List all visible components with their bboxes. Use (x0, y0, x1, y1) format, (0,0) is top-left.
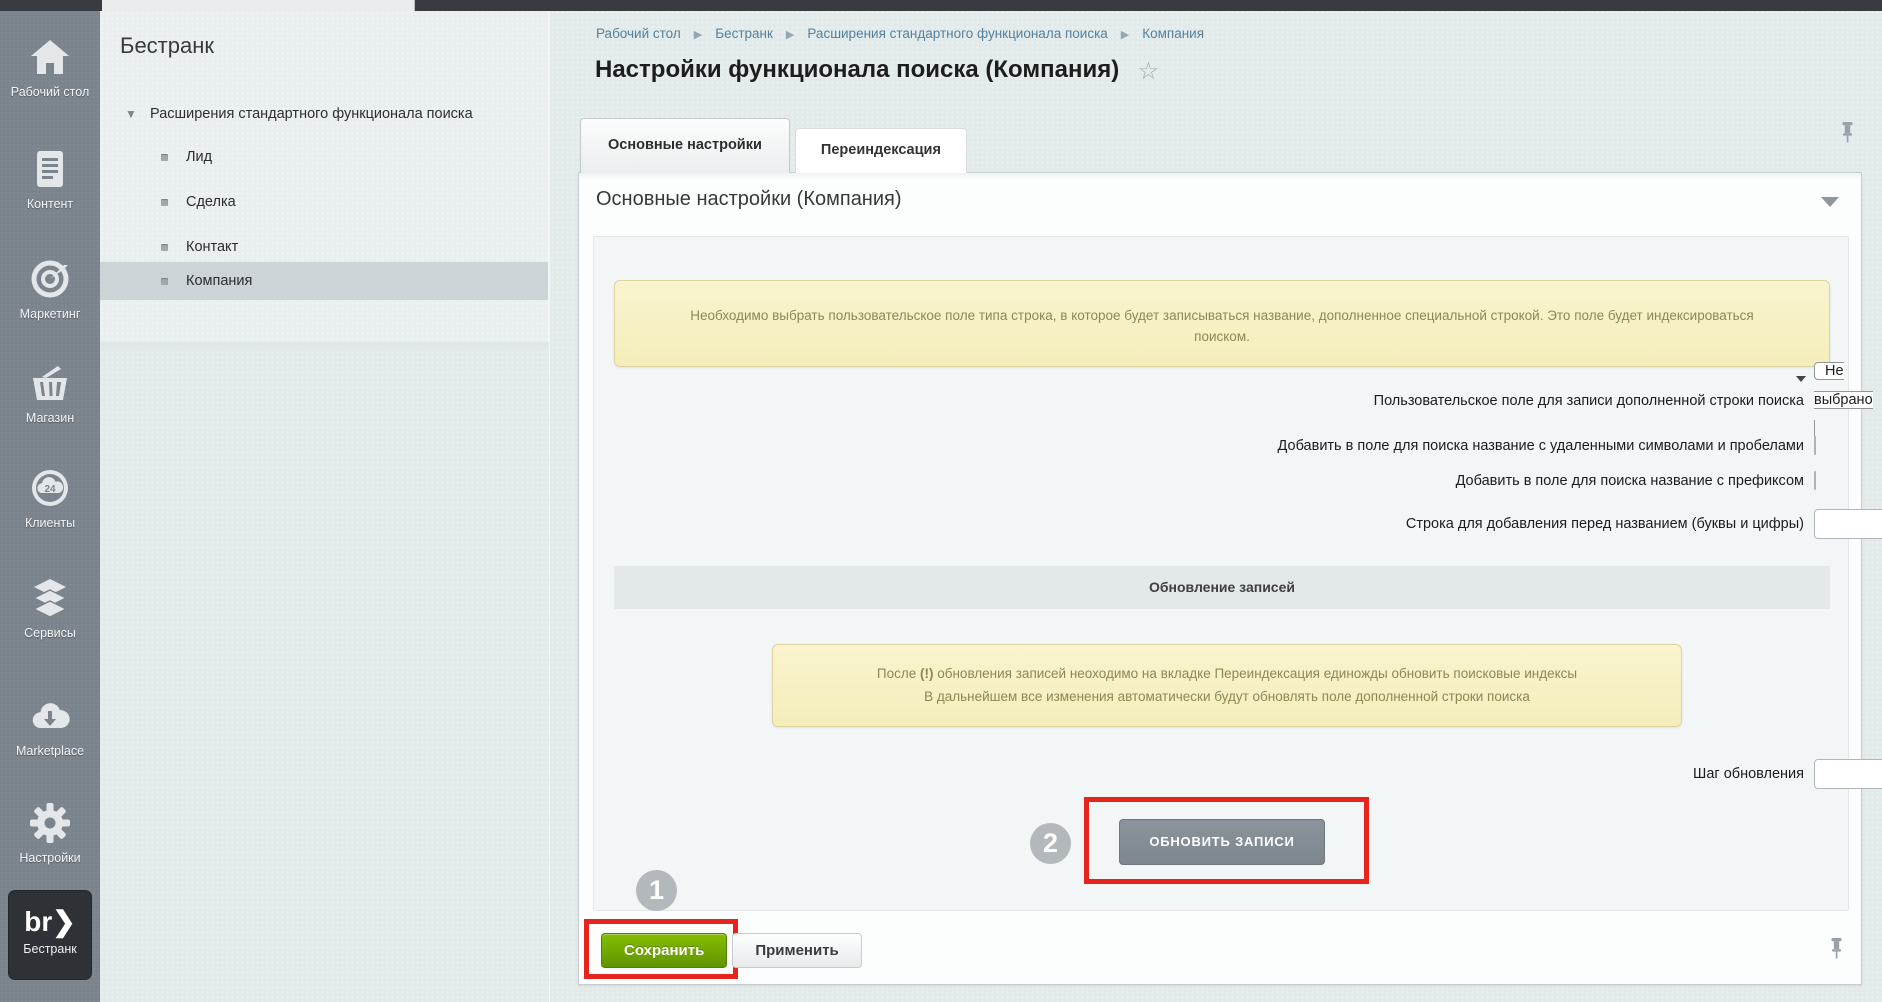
module-title: Бестранк (120, 33, 214, 59)
sidebar-item-label: Рабочий стол (0, 85, 100, 100)
home-icon (28, 35, 72, 79)
bullet-icon (161, 154, 168, 161)
field-label: Добавить в поле для поиска название с пр… (594, 473, 1804, 489)
content-panel: Основные настройки (Компания) Необходимо… (578, 172, 1862, 985)
sidebar-item-store[interactable]: Магазин (0, 361, 100, 426)
sidebar-item-clients[interactable]: 24 Клиенты (0, 466, 100, 531)
sidebar-item-content[interactable]: Контент (0, 147, 100, 212)
sidebar-item-label: Настройки (0, 851, 100, 866)
tree-root-extensions[interactable]: ▼ Расширения стандартного функционала по… (100, 99, 548, 129)
breadcrumb-item[interactable]: Расширения стандартного функционала поис… (807, 26, 1107, 41)
sidebar-item-label: Маркетинг (0, 307, 100, 322)
field-label: Добавить в поле для поиска название с уд… (594, 438, 1804, 454)
cloud-24-icon: 24 (28, 466, 72, 510)
field-label: Строка для добавления перед названием (б… (594, 516, 1804, 532)
notice-bang: (!) (920, 666, 934, 681)
sidebar-item-label: Контент (0, 197, 100, 212)
target-icon (28, 257, 72, 301)
sidebar-item-settings[interactable]: Настройки (0, 801, 100, 866)
notice-text: После (877, 666, 920, 681)
app-sidebar: Рабочий стол Контент Маркетинг (0, 11, 100, 1002)
footer-buttons: Сохранить Применить (601, 933, 862, 968)
gear-icon (28, 801, 72, 845)
top-bar (0, 0, 1882, 11)
form-row-stripped-name: Добавить в поле для поиска название с уд… (594, 437, 1848, 455)
breadcrumb-separator-icon: ▶ (1121, 28, 1129, 41)
section-title: Основные настройки (Компания) (596, 188, 902, 211)
tab-bar: Основные настройки Переиндексация (580, 118, 967, 173)
annotation-step-1: 1 (636, 870, 677, 911)
update-section-header: Обновление записей (614, 566, 1830, 609)
sidebar-item-marketplace[interactable]: Marketplace (0, 694, 100, 759)
document-icon (28, 147, 72, 191)
tree-item-contact[interactable]: Контакт (100, 228, 548, 266)
select-chevron-icon (1796, 376, 1806, 382)
favorite-star-icon[interactable]: ☆ (1138, 57, 1160, 86)
notice-text: обновления записей неоходимо на вкладке … (933, 666, 1577, 681)
breadcrumb-item[interactable]: Компания (1142, 26, 1204, 41)
form-row-custom-field: Пользовательское поле для записи дополне… (594, 385, 1848, 416)
bestrank-logo-label: Бестранк (9, 942, 91, 956)
sidebar-item-marketing[interactable]: Маркетинг (0, 257, 100, 322)
collapse-section-icon[interactable] (1821, 197, 1839, 207)
top-bar-light-segment (102, 0, 415, 11)
breadcrumb-separator-icon: ▶ (786, 28, 794, 41)
notice-text: В дальнейшем все изменения автоматически… (924, 689, 1530, 704)
save-button[interactable]: Сохранить (601, 933, 727, 968)
form-panel: Необходимо выбрать пользовательское поле… (593, 236, 1849, 911)
svg-text:24: 24 (44, 484, 56, 495)
breadcrumb-item[interactable]: Рабочий стол (596, 26, 681, 41)
annotation-box-update (1084, 797, 1369, 884)
tab-main-settings[interactable]: Основные настройки (580, 118, 790, 173)
tree-expand-icon: ▼ (125, 99, 137, 129)
sidebar-item-label: Marketplace (0, 744, 100, 759)
bestrank-logo-mark: br❯ (9, 905, 91, 938)
sidebar-item-label: Клиенты (0, 516, 100, 531)
form-row-prefix-string: Строка для добавления перед названием (б… (594, 509, 1848, 539)
prefix-string-input[interactable] (1814, 509, 1882, 539)
notice-update-info: После (!) обновления записей неоходимо н… (772, 644, 1682, 727)
breadcrumb: Рабочий стол ▶ Бестранк ▶ Расширения стандар… (596, 26, 1204, 41)
tree-item-lead[interactable]: Лид (100, 138, 548, 176)
custom-field-select[interactable]: Не выбрано (1814, 362, 1873, 438)
tab-reindex[interactable]: Переиндексация (795, 128, 967, 173)
field-label: Пользовательское поле для записи дополне… (594, 393, 1804, 409)
bullet-icon (161, 199, 168, 206)
bestrank-logo-tile[interactable]: br❯ Бестранк (8, 890, 92, 980)
breadcrumb-separator-icon: ▶ (694, 28, 702, 41)
sidebar-item-services[interactable]: Сервисы (0, 576, 100, 641)
bullet-icon (161, 244, 168, 251)
apply-button[interactable]: Применить (732, 933, 861, 968)
page-title: Настройки функционала поиска (Компания) (595, 56, 1119, 84)
sidebar-item-label: Магазин (0, 411, 100, 426)
select-value: Не выбрано (1814, 363, 1873, 408)
stripped-name-checkbox[interactable] (1814, 436, 1816, 455)
form-row-update-step: Шаг обновления (594, 759, 1848, 789)
sidebar-item-desktop[interactable]: Рабочий стол (0, 35, 100, 100)
cloud-download-icon (28, 694, 72, 738)
basket-icon (28, 361, 72, 405)
annotation-step-2: 2 (1030, 823, 1071, 864)
tree-item-deal[interactable]: Сделка (100, 183, 548, 221)
column-divider (549, 11, 550, 1002)
field-label: Шаг обновления (594, 766, 1804, 782)
prefix-name-checkbox[interactable] (1814, 471, 1816, 490)
bullet-icon (161, 278, 168, 285)
module-menu-panel: Бестранк ▼ Расширения стандартного функц… (100, 11, 549, 342)
menu-fade (100, 342, 548, 352)
pin-icon[interactable] (1840, 122, 1855, 143)
panel-top-strip (579, 173, 1861, 180)
screen: Рабочий стол Контент Маркетинг (0, 0, 1882, 1002)
tree-item-company[interactable]: Компания (100, 262, 548, 300)
breadcrumb-item[interactable]: Бестранк (715, 26, 773, 41)
layers-icon (28, 576, 72, 620)
update-step-input[interactable] (1814, 759, 1882, 789)
sidebar-item-label: Сервисы (0, 626, 100, 641)
notice-field-info: Необходимо выбрать пользовательское поле… (614, 280, 1830, 367)
form-row-prefix-name: Добавить в поле для поиска название с пр… (594, 472, 1848, 490)
pin-icon[interactable] (1829, 938, 1844, 959)
